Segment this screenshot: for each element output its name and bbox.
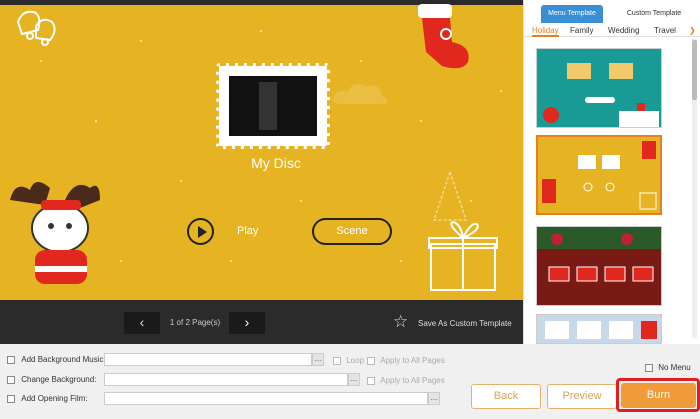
- back-button[interactable]: Back: [471, 384, 541, 409]
- template-scrollbar-thumb[interactable]: [692, 40, 697, 100]
- loop-checkbox[interactable]: [333, 356, 341, 365]
- template-1-graphic: [543, 63, 659, 127]
- opening-film-checkbox[interactable]: [7, 394, 15, 403]
- change-bg-row: Change Background:: [7, 375, 96, 384]
- moose-icon: [10, 181, 100, 284]
- scene-button[interactable]: Scene: [312, 218, 392, 245]
- play-label[interactable]: Play: [237, 225, 258, 237]
- play-button[interactable]: [187, 218, 214, 245]
- menu-preview: My Disc Play Scene: [0, 0, 523, 300]
- template-panel: Menu Template Custom Template Holiday Fa…: [523, 0, 700, 344]
- burn-button[interactable]: Burn: [621, 383, 696, 408]
- apply-all-music-option[interactable]: Apply to All Pages: [367, 356, 445, 365]
- category-wedding[interactable]: Wedding: [608, 26, 639, 35]
- disc-thumbnail: [227, 74, 319, 138]
- change-bg-browse-button[interactable]: ...: [348, 373, 360, 386]
- stocking-icon: [418, 4, 469, 69]
- no-menu-checkbox[interactable]: [645, 363, 653, 372]
- disc-title[interactable]: My Disc: [216, 155, 336, 171]
- template-4-graphic: [545, 321, 657, 339]
- star-icon: ☆: [393, 312, 409, 331]
- gift-icon: [428, 220, 498, 291]
- no-menu-option[interactable]: No Menu: [645, 363, 691, 372]
- bg-music-browse-button[interactable]: ...: [312, 353, 324, 366]
- no-menu-label: No Menu: [658, 363, 691, 372]
- category-travel[interactable]: Travel: [654, 26, 676, 35]
- template-thumbnail-1[interactable]: [536, 48, 662, 128]
- template-thumbnail-2[interactable]: [536, 135, 662, 215]
- tab-menu-template[interactable]: Menu Template: [541, 5, 603, 23]
- apply-all-bg-checkbox[interactable]: [367, 376, 375, 385]
- disc-thumbnail-frame[interactable]: [216, 63, 330, 149]
- category-scroll-icon[interactable]: ❯: [689, 26, 696, 35]
- tree-icon: [432, 170, 468, 221]
- category-family[interactable]: Family: [570, 26, 594, 35]
- template-thumbnail-3[interactable]: [536, 226, 662, 306]
- opening-film-label: Add Opening Film:: [21, 394, 88, 403]
- opening-film-row: Add Opening Film:: [7, 394, 88, 403]
- apply-all-music-label: Apply to All Pages: [380, 356, 445, 365]
- apply-all-bg-option[interactable]: Apply to All Pages: [367, 376, 445, 385]
- template-thumbnail-4[interactable]: [536, 314, 662, 344]
- apply-all-music-checkbox[interactable]: [367, 356, 375, 365]
- loop-label: Loop: [346, 356, 365, 365]
- bg-music-checkbox[interactable]: [7, 355, 15, 364]
- opening-film-browse-button[interactable]: ...: [428, 392, 440, 405]
- change-bg-label: Change Background:: [21, 375, 97, 384]
- save-as-custom-template-button[interactable]: ☆ Save As Custom Template: [391, 313, 516, 333]
- bg-music-input[interactable]: [104, 353, 312, 366]
- previous-page-button[interactable]: ‹: [124, 312, 160, 334]
- disc-menu-editor: My Disc Play Scene ‹ › 1 of 2 Page(s) ☆ …: [0, 0, 700, 419]
- apply-all-bg-label: Apply to All Pages: [380, 376, 445, 385]
- opening-film-input[interactable]: [104, 392, 428, 405]
- category-holiday[interactable]: Holiday: [532, 26, 559, 37]
- cloud-icon: [332, 84, 388, 104]
- change-bg-checkbox[interactable]: [7, 375, 15, 384]
- preview-button[interactable]: Preview: [547, 384, 617, 409]
- template-3-graphic: [537, 227, 661, 282]
- bg-music-label: Add Background Music:: [21, 355, 106, 364]
- loop-option[interactable]: Loop: [333, 356, 364, 365]
- template-2-graphic: [542, 141, 657, 210]
- thumbnail-image: [259, 82, 277, 130]
- next-page-button[interactable]: ›: [229, 312, 265, 334]
- bells-icon: [16, 10, 56, 46]
- save-template-label: Save As Custom Template: [418, 319, 512, 328]
- change-bg-input[interactable]: [104, 373, 348, 386]
- page-indicator: 1 of 2 Page(s): [169, 318, 221, 327]
- tab-custom-template[interactable]: Custom Template: [614, 5, 694, 23]
- category-bar: Holiday Family Wedding Travel ❯: [524, 23, 700, 37]
- bg-music-row: Add Background Music:: [7, 355, 106, 364]
